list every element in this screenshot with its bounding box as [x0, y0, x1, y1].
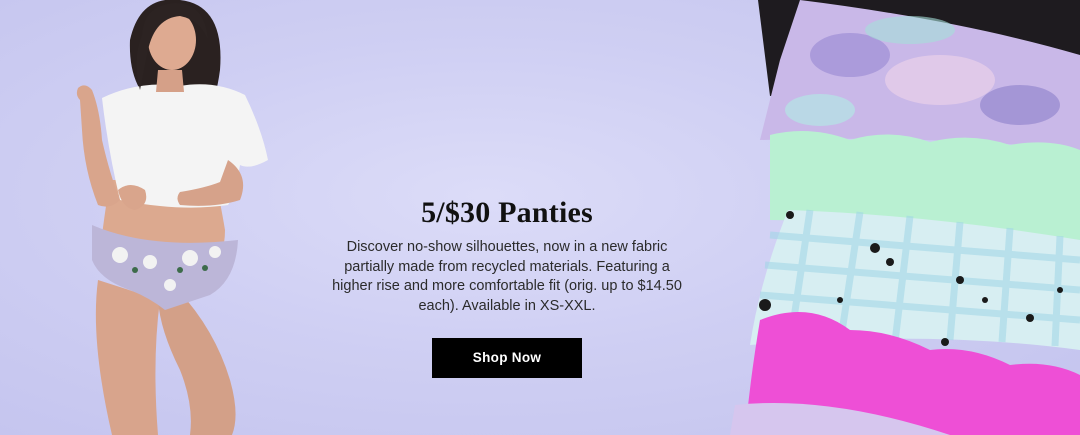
promo-copy: 5/$30 Panties Discover no-show silhouett…: [331, 195, 683, 379]
shop-now-button[interactable]: Shop Now: [432, 338, 582, 379]
model-photo: [76, 0, 268, 435]
promo-headline: 5/$30 Panties: [421, 196, 593, 229]
promo-description: Discover no-show silhouettes, now in a n…: [332, 239, 682, 314]
promo-banner: 5/$30 Panties Discover no-show silhouett…: [0, 0, 1080, 435]
product-stack-photo: [730, 0, 1080, 435]
